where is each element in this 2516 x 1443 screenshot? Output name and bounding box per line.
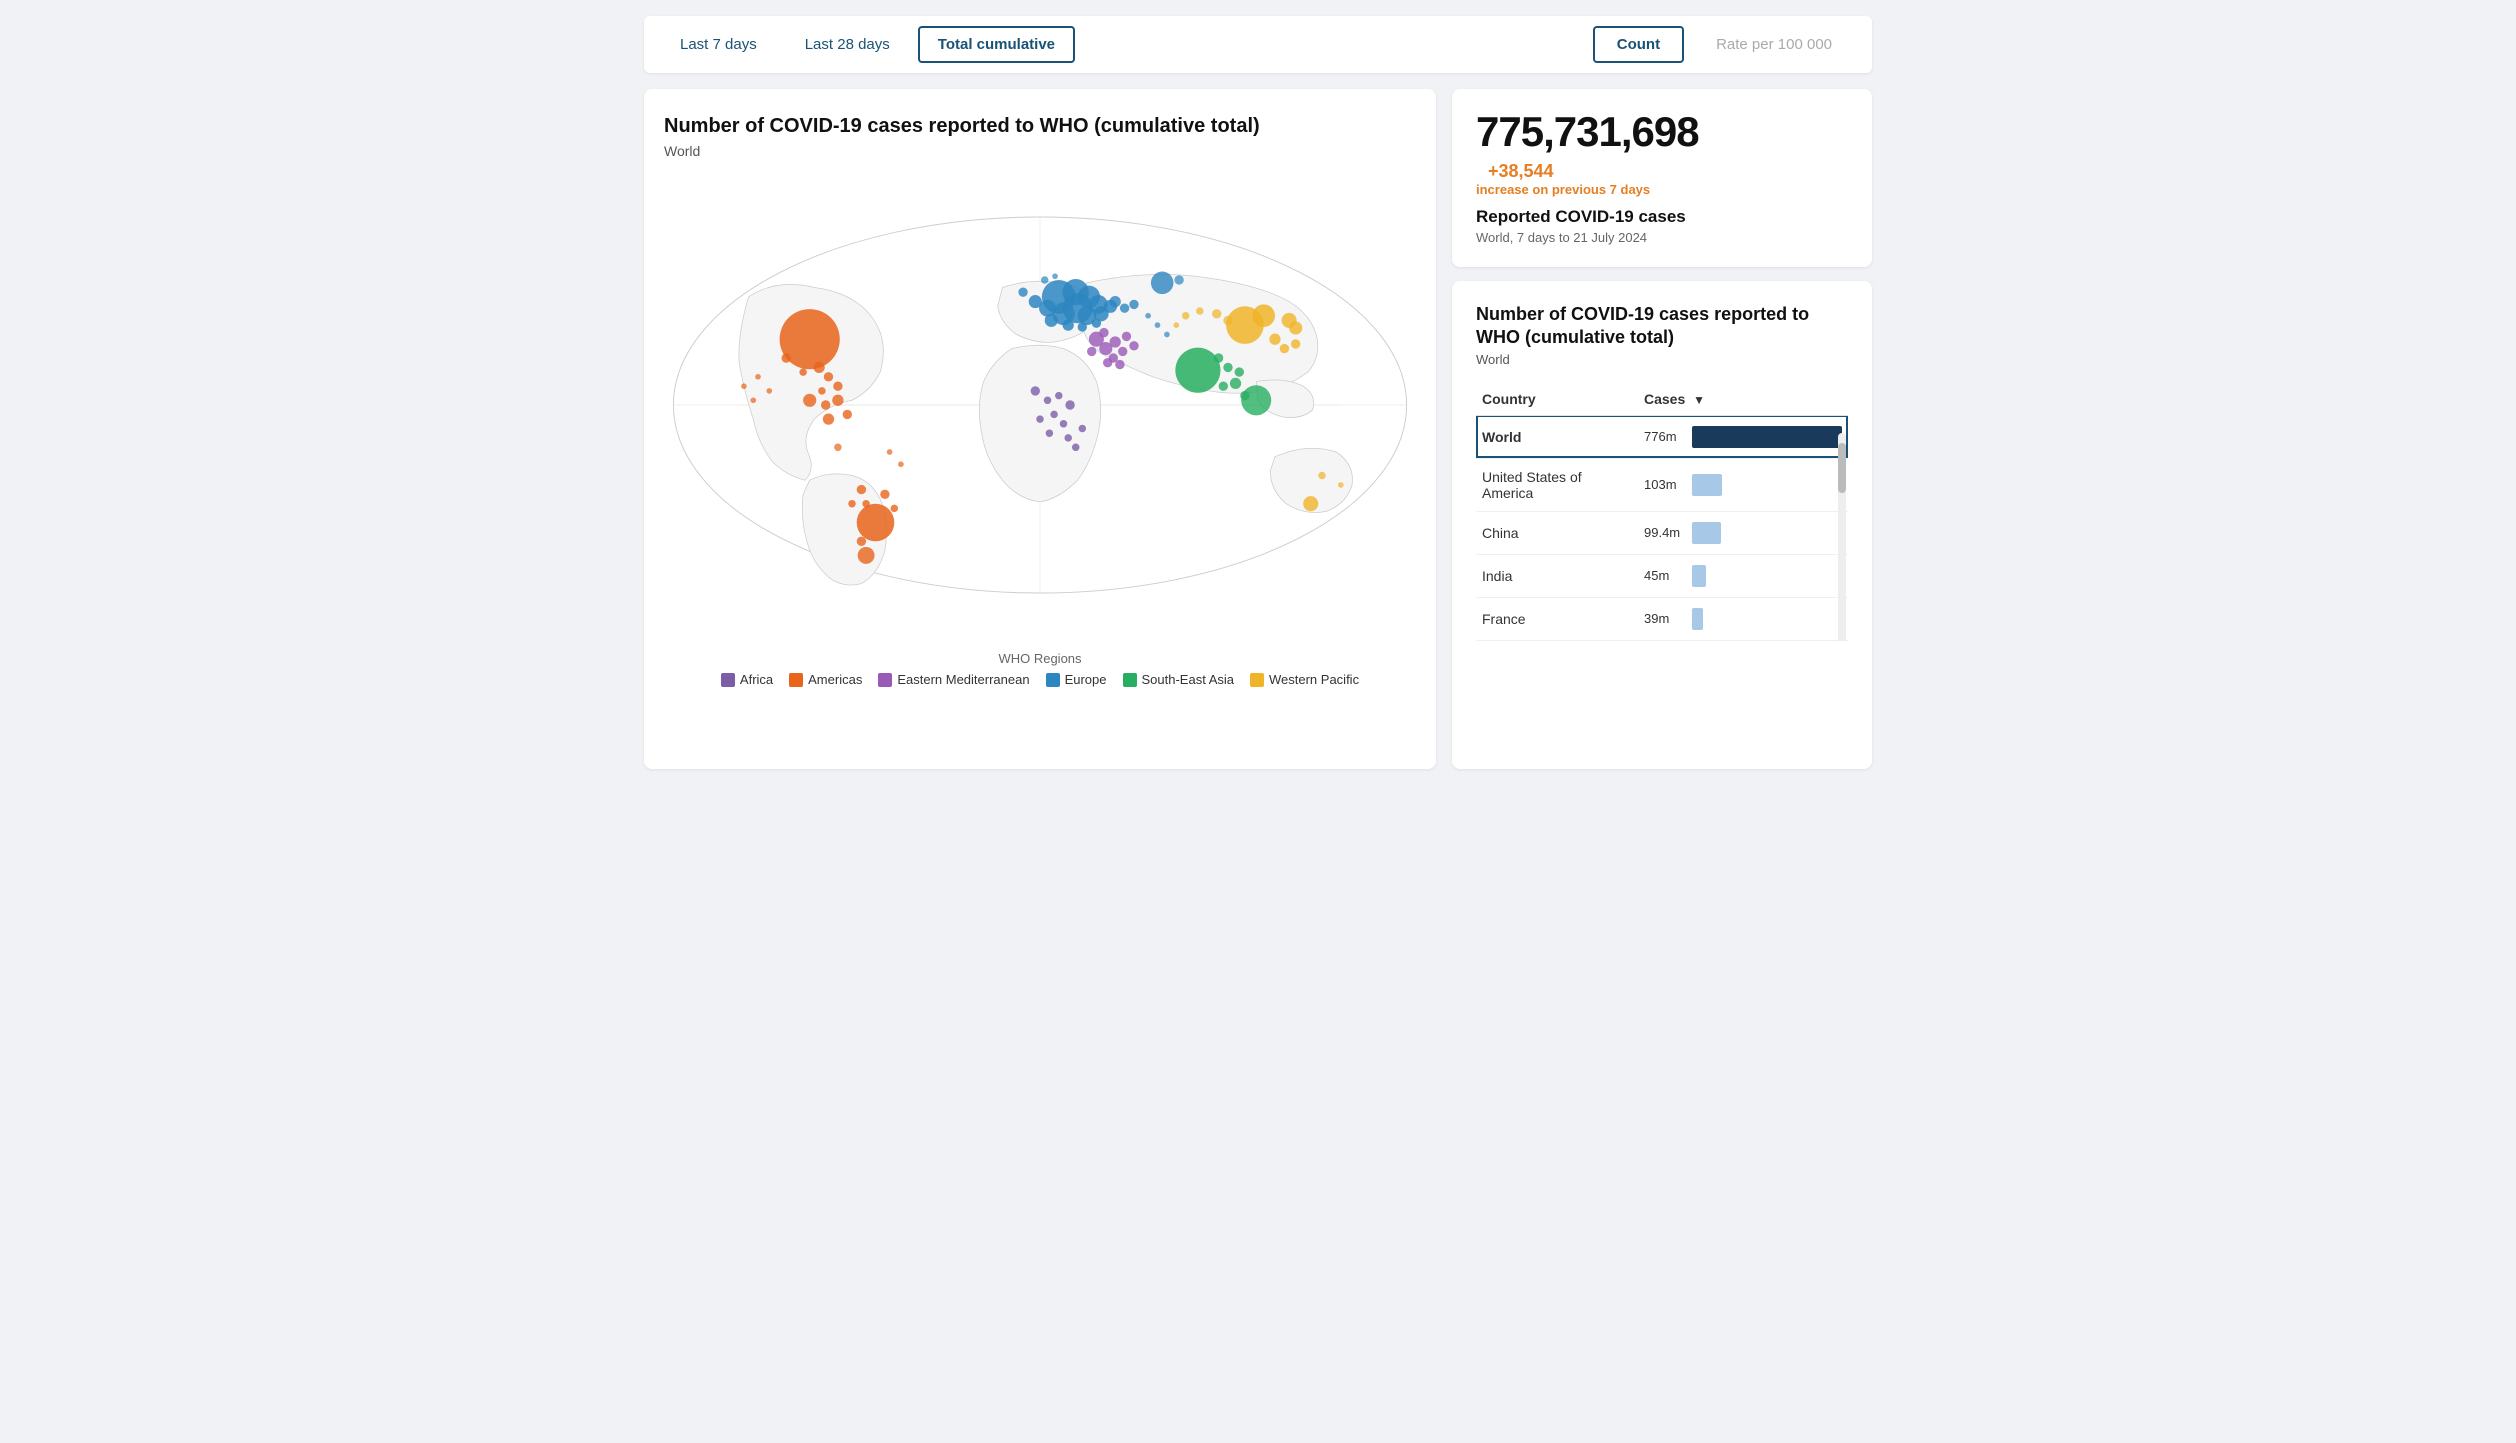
table-row[interactable]: China 99.4m <box>1476 511 1848 554</box>
legend-item-south-east-asia: South-East Asia <box>1123 672 1235 687</box>
wp-color-dot <box>1250 673 1264 687</box>
americas-color-dot <box>789 673 803 687</box>
bar-fill <box>1692 565 1706 587</box>
map-title: Number of COVID-19 cases reported to WHO… <box>664 113 1416 139</box>
cases-cell: 99.4m <box>1638 511 1848 554</box>
tab-last-28-days[interactable]: Last 28 days <box>785 26 910 63</box>
table-card: Number of COVID-19 cases reported to WHO… <box>1452 281 1872 769</box>
table-card-title: Number of COVID-19 cases reported to WHO… <box>1476 303 1848 350</box>
cases-cell: 45m <box>1638 554 1848 597</box>
main-content: Number of COVID-19 cases reported to WHO… <box>644 89 1872 769</box>
country-cell: United States of America <box>1476 458 1638 511</box>
tab-last-7-days[interactable]: Last 7 days <box>660 26 777 63</box>
map-panel: Number of COVID-19 cases reported to WHO… <box>644 89 1436 769</box>
sort-arrow-icon: ▼ <box>1693 393 1705 407</box>
stats-total-number: 775,731,698 <box>1476 111 1699 153</box>
cases-value: 103m <box>1644 477 1684 492</box>
tab-total-cumulative[interactable]: Total cumulative <box>918 26 1075 63</box>
view-toggle: Count Rate per 100 000 <box>1593 26 1856 63</box>
europe-label: Europe <box>1065 672 1107 687</box>
map-container[interactable] <box>664 175 1416 635</box>
table-body: World 776m <box>1476 415 1848 640</box>
stats-reported-label: Reported COVID-19 cases <box>1476 207 1848 227</box>
bar-track <box>1692 565 1842 587</box>
bar-fill <box>1692 474 1722 496</box>
cases-value: 45m <box>1644 568 1684 583</box>
top-navigation: Last 7 days Last 28 days Total cumulativ… <box>644 16 1872 73</box>
table-row[interactable]: United States of America 103m <box>1476 458 1848 511</box>
table-header: Country Cases ▼ <box>1476 383 1848 416</box>
country-cell: World <box>1476 415 1638 458</box>
world-map-svg <box>664 175 1416 635</box>
country-column-header: Country <box>1476 383 1638 416</box>
legend-item-eastern-mediterranean: Eastern Mediterranean <box>878 672 1029 687</box>
legend-item-americas: Americas <box>789 672 862 687</box>
bar-fill <box>1692 608 1703 630</box>
legend-item-western-pacific: Western Pacific <box>1250 672 1359 687</box>
scrollbar-thumb[interactable] <box>1838 443 1846 493</box>
bar-track <box>1692 608 1842 630</box>
cases-cell: 39m <box>1638 597 1848 640</box>
africa-label: Africa <box>740 672 773 687</box>
cases-table: Country Cases ▼ World <box>1476 383 1848 641</box>
nav-tabs: Last 7 days Last 28 days Total cumulativ… <box>660 26 1075 63</box>
cases-cell: 103m <box>1638 458 1848 511</box>
cases-value: 776m <box>1644 429 1684 444</box>
stats-card: 775,731,698 +38,544 increase on previous… <box>1452 89 1872 267</box>
legend-title: WHO Regions <box>664 651 1416 666</box>
legend-item-europe: Europe <box>1046 672 1107 687</box>
europe-color-dot <box>1046 673 1060 687</box>
cases-value: 39m <box>1644 611 1684 626</box>
map-legend: WHO Regions Africa Americas Eastern Medi… <box>664 651 1416 687</box>
table-scroll-container[interactable]: Country Cases ▼ World <box>1476 383 1848 641</box>
scrollbar-track <box>1838 433 1846 641</box>
table-row[interactable]: World 776m <box>1476 415 1848 458</box>
bar-fill <box>1692 522 1721 544</box>
cases-column-header[interactable]: Cases ▼ <box>1638 383 1848 416</box>
stats-increase-value: +38,544 <box>1488 161 1650 182</box>
legend-items: Africa Americas Eastern Mediterranean Eu… <box>664 672 1416 687</box>
cases-cell: 776m <box>1638 415 1848 458</box>
bar-track <box>1692 474 1842 496</box>
country-cell: China <box>1476 511 1638 554</box>
americas-label: Americas <box>808 672 862 687</box>
table-row[interactable]: France 39m <box>1476 597 1848 640</box>
country-cell: France <box>1476 597 1638 640</box>
africa-color-dot <box>721 673 735 687</box>
stats-increase-label: increase on previous 7 days <box>1476 182 1650 197</box>
table-row[interactable]: India 45m <box>1476 554 1848 597</box>
sea-label: South-East Asia <box>1142 672 1235 687</box>
bar-fill <box>1692 426 1842 448</box>
bar-track <box>1692 522 1842 544</box>
right-panel: 775,731,698 +38,544 increase on previous… <box>1452 89 1872 769</box>
stats-meta: World, 7 days to 21 July 2024 <box>1476 230 1848 245</box>
wp-label: Western Pacific <box>1269 672 1359 687</box>
sea-color-dot <box>1123 673 1137 687</box>
country-cell: India <box>1476 554 1638 597</box>
table-card-subtitle: World <box>1476 352 1848 367</box>
count-button[interactable]: Count <box>1593 26 1684 63</box>
bar-track <box>1692 426 1842 448</box>
map-region-label: World <box>664 143 1416 159</box>
eastern-med-label: Eastern Mediterranean <box>897 672 1029 687</box>
rate-button[interactable]: Rate per 100 000 <box>1692 26 1856 63</box>
legend-item-africa: Africa <box>721 672 773 687</box>
cases-value: 99.4m <box>1644 525 1684 540</box>
eastern-med-color-dot <box>878 673 892 687</box>
